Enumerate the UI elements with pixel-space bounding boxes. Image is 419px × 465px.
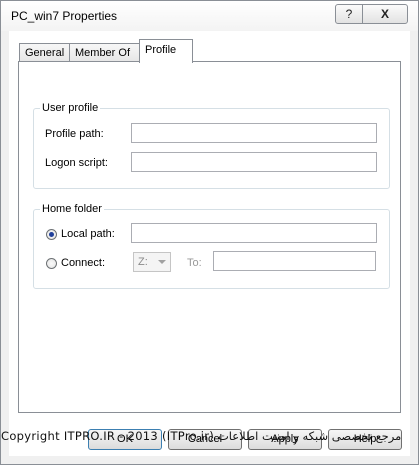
help-button[interactable]: Help (328, 429, 402, 450)
tab-member-of[interactable]: Member Of (69, 43, 141, 62)
connect-radio[interactable] (46, 258, 57, 269)
dialog-client-area: General Member Of Profile User profile P… (9, 31, 410, 456)
connect-to-input[interactable] (213, 251, 376, 271)
local-path-label: Local path: (61, 228, 115, 240)
local-path-input[interactable] (131, 223, 377, 243)
home-folder-legend: Home folder (40, 203, 104, 215)
properties-dialog: PC_win7 Properties ? X General Member Of… (0, 0, 419, 465)
cancel-button[interactable]: Cancel (168, 429, 242, 450)
to-label: To: (187, 257, 202, 269)
local-path-radio[interactable] (46, 229, 57, 240)
drive-letter-select[interactable]: Z: (133, 252, 171, 272)
close-button[interactable]: X (362, 4, 408, 24)
close-icon: X (380, 7, 389, 21)
user-profile-group: User profile Profile path: Logon script: (33, 102, 390, 189)
home-folder-group: Home folder Local path: Connect: Z: To: (33, 203, 390, 289)
title-bar[interactable]: PC_win7 Properties ? X (1, 1, 418, 31)
window-title: PC_win7 Properties (11, 9, 118, 23)
profile-path-input[interactable] (131, 123, 377, 143)
user-profile-legend: User profile (40, 102, 101, 114)
logon-script-label: Logon script: (45, 157, 108, 169)
apply-button[interactable]: Apply (248, 429, 322, 450)
tab-general[interactable]: General (19, 43, 71, 62)
help-icon: ? (345, 7, 353, 21)
tab-profile[interactable]: Profile (139, 39, 193, 63)
ok-button[interactable]: OK (88, 429, 162, 450)
connect-label: Connect: (61, 257, 106, 269)
profile-path-label: Profile path: (45, 128, 104, 140)
drive-letter-value: Z: (138, 256, 148, 268)
profile-tab-page: User profile Profile path: Logon script:… (18, 61, 401, 413)
chevron-down-icon (158, 260, 166, 264)
logon-script-input[interactable] (131, 152, 377, 172)
help-title-button[interactable]: ? (335, 4, 363, 24)
